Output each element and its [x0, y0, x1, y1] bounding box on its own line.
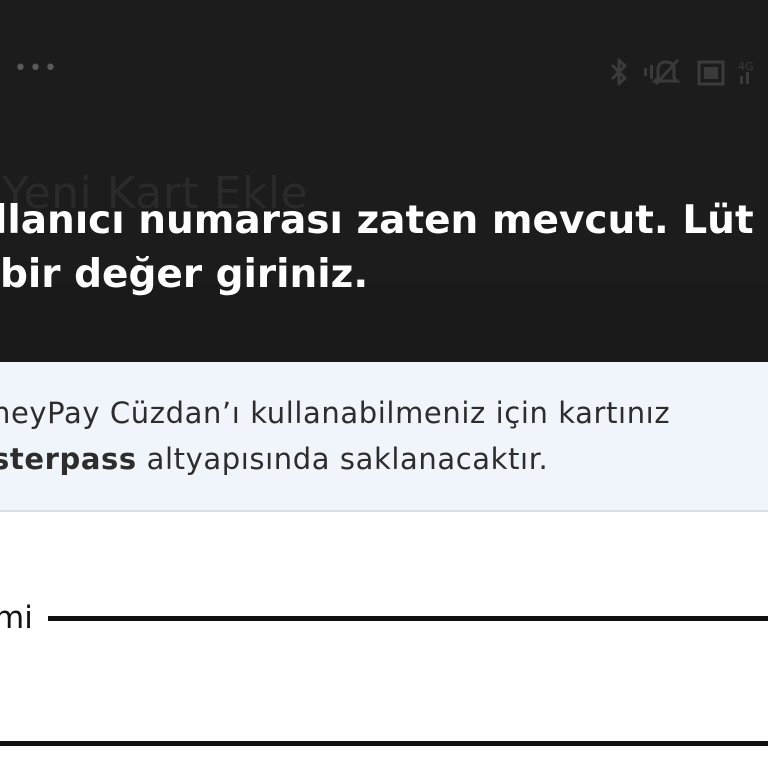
toast-line-2: bir değer giriniz.: [0, 252, 369, 297]
dimmed-header-overlay: ••• 4G Yeni Kart Ekle llanıcı numarası z…: [0, 0, 768, 362]
info-text: neyPay Cüzdan’ı kullanabilmeniz için kar…: [0, 390, 670, 482]
bluetooth-icon: [610, 58, 627, 86]
field-input-underline-2[interactable]: [0, 741, 768, 746]
info-line-1: neyPay Cüzdan’ı kullanabilmeniz için kar…: [0, 396, 671, 430]
status-icons: 4G: [606, 56, 756, 88]
vibrate-icon: [697, 60, 725, 86]
error-toast: llanıcı numarası zaten mevcut. Lüt bir d…: [0, 194, 754, 302]
mute-icon: [644, 58, 681, 86]
svg-text:4G: 4G: [738, 60, 754, 73]
info-box: neyPay Cüzdan’ı kullanabilmeniz için kar…: [0, 362, 768, 512]
info-line-2-rest: altyapısında saklanacaktır.: [136, 442, 549, 476]
info-line-2: sterpass altyapısında saklanacaktır.: [0, 436, 670, 482]
signal-4g-icon: 4G: [738, 60, 754, 84]
field-input-underline[interactable]: [48, 616, 768, 621]
field-label: mi: [0, 600, 33, 636]
toast-line-1: llanıcı numarası zaten mevcut. Lüt: [0, 198, 754, 243]
info-brand-bold: sterpass: [0, 442, 137, 476]
status-overflow-dots: •••: [14, 56, 59, 81]
